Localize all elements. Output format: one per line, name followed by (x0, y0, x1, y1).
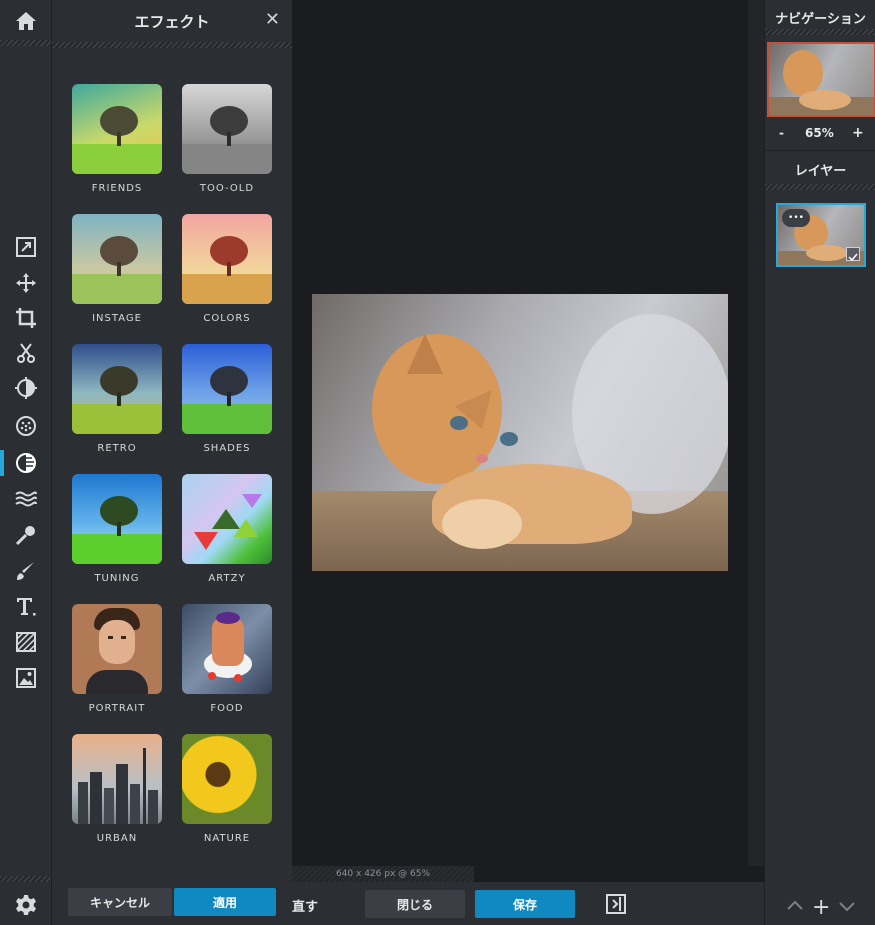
effect-label: SHADES (203, 443, 251, 454)
canvas-image-kitten[interactable] (312, 294, 728, 571)
heal-icon[interactable] (0, 518, 51, 552)
effect-thumbnail (182, 474, 272, 564)
draw-icon[interactable] (0, 554, 51, 588)
layer-visibility-checkbox[interactable] (846, 247, 860, 262)
effect-shades[interactable]: SHADES (182, 344, 272, 454)
effect-artzy[interactable]: ARTZY (182, 474, 272, 584)
zoom-out-button[interactable]: - (779, 126, 784, 140)
effect-friends[interactable]: FRIENDS (72, 84, 162, 194)
settings-icon[interactable] (0, 888, 51, 922)
effect-thumbnail (72, 474, 162, 564)
effects-panel: エフェクト ✕ FRIENDS TOO-OLD INSTAGE COLORS R… (52, 0, 292, 925)
effect-nature[interactable]: NATURE (182, 734, 272, 844)
vertical-scrollbar[interactable] (748, 0, 764, 866)
save-button[interactable]: 保存 (475, 890, 575, 918)
zoom-control: - 65% + (765, 124, 875, 144)
text-icon[interactable] (0, 589, 51, 623)
effect-food[interactable]: FOOD (182, 604, 272, 714)
canvas-status-text: 640 x 426 px @ 65% (292, 866, 474, 882)
right-panel: ナビゲーション - 65% + レイヤー ••• + (764, 0, 875, 925)
effect-portrait[interactable]: PORTRAIT (72, 604, 162, 714)
cancel-button[interactable]: キャンセル (68, 888, 172, 916)
bottom-action-bar: 直す 閉じる 保存 (292, 882, 764, 925)
layer-item[interactable]: ••• (776, 203, 866, 267)
filter-icon[interactable] (0, 409, 51, 443)
effect-label: TOO-OLD (199, 183, 255, 194)
add-layer-button[interactable]: + (812, 895, 830, 920)
close-button[interactable]: 閉じる (365, 890, 465, 918)
effect-label: RETRO (97, 443, 137, 454)
effect-urban[interactable]: URBAN (72, 734, 162, 844)
layer-down-icon[interactable] (837, 896, 857, 921)
effect-thumbnail (182, 84, 272, 174)
layers-title: レイヤー (794, 164, 847, 179)
effect-thumbnail (182, 214, 272, 304)
move-icon[interactable] (0, 266, 51, 300)
zoom-in-button[interactable]: + (852, 125, 864, 141)
apply-button[interactable]: 適用 (174, 888, 276, 916)
effect-label: COLORS (203, 313, 251, 324)
effect-label: TUNING (94, 573, 140, 584)
effect-label: ARTZY (208, 573, 246, 584)
effect-thumbnail (182, 604, 272, 694)
panel-divider (52, 42, 292, 48)
effect-instage[interactable]: INSTAGE (72, 214, 162, 324)
effect-label: NATURE (203, 833, 251, 844)
redo-button-label[interactable]: 直す (292, 896, 318, 915)
effect-thumbnail (72, 344, 162, 434)
navigation-title: ナビゲーション (775, 12, 866, 27)
liquify-icon[interactable] (0, 482, 51, 516)
cut-icon[interactable] (0, 336, 51, 370)
effect-thumbnail (182, 344, 272, 434)
effect-colors[interactable]: COLORS (182, 214, 272, 324)
close-icon[interactable]: ✕ (265, 9, 280, 30)
effect-thumbnail (72, 604, 162, 694)
effects-panel-header: エフェクト ✕ (52, 0, 292, 42)
effects-icon[interactable] (0, 446, 51, 480)
panel-divider (765, 150, 875, 151)
effect-label: FRIENDS (91, 183, 143, 194)
effect-tuning[interactable]: TUNING (72, 474, 162, 584)
toolbar-divider (0, 40, 51, 46)
effect-label: FOOD (210, 703, 244, 714)
arrange-icon[interactable] (0, 230, 51, 264)
effect-thumbnail (72, 214, 162, 304)
left-toolbar (0, 0, 52, 925)
effect-retro[interactable]: RETRO (72, 344, 162, 454)
effect-too-old[interactable]: TOO-OLD (182, 84, 272, 194)
panel-divider (765, 29, 875, 35)
effect-thumbnail (72, 84, 162, 174)
adjust-icon[interactable] (0, 371, 51, 405)
effect-label: URBAN (96, 833, 138, 844)
layer-menu-button[interactable]: ••• (782, 209, 810, 227)
home-icon[interactable] (0, 4, 51, 38)
add-image-icon[interactable] (0, 661, 51, 695)
panel-divider (765, 184, 875, 190)
navigator-thumbnail[interactable] (767, 42, 875, 117)
effect-label: INSTAGE (92, 313, 142, 324)
zoom-value: 65% (805, 126, 834, 140)
effect-thumbnail (182, 734, 272, 824)
crop-icon[interactable] (0, 301, 51, 335)
effects-panel-title: エフェクト (134, 13, 210, 31)
layer-up-icon[interactable] (785, 896, 805, 921)
effect-label: PORTRAIT (88, 703, 146, 714)
toolbar-divider (0, 876, 51, 882)
panel-toggle-icon[interactable] (606, 894, 626, 914)
cutout-icon[interactable] (0, 625, 51, 659)
effect-thumbnail (72, 734, 162, 824)
